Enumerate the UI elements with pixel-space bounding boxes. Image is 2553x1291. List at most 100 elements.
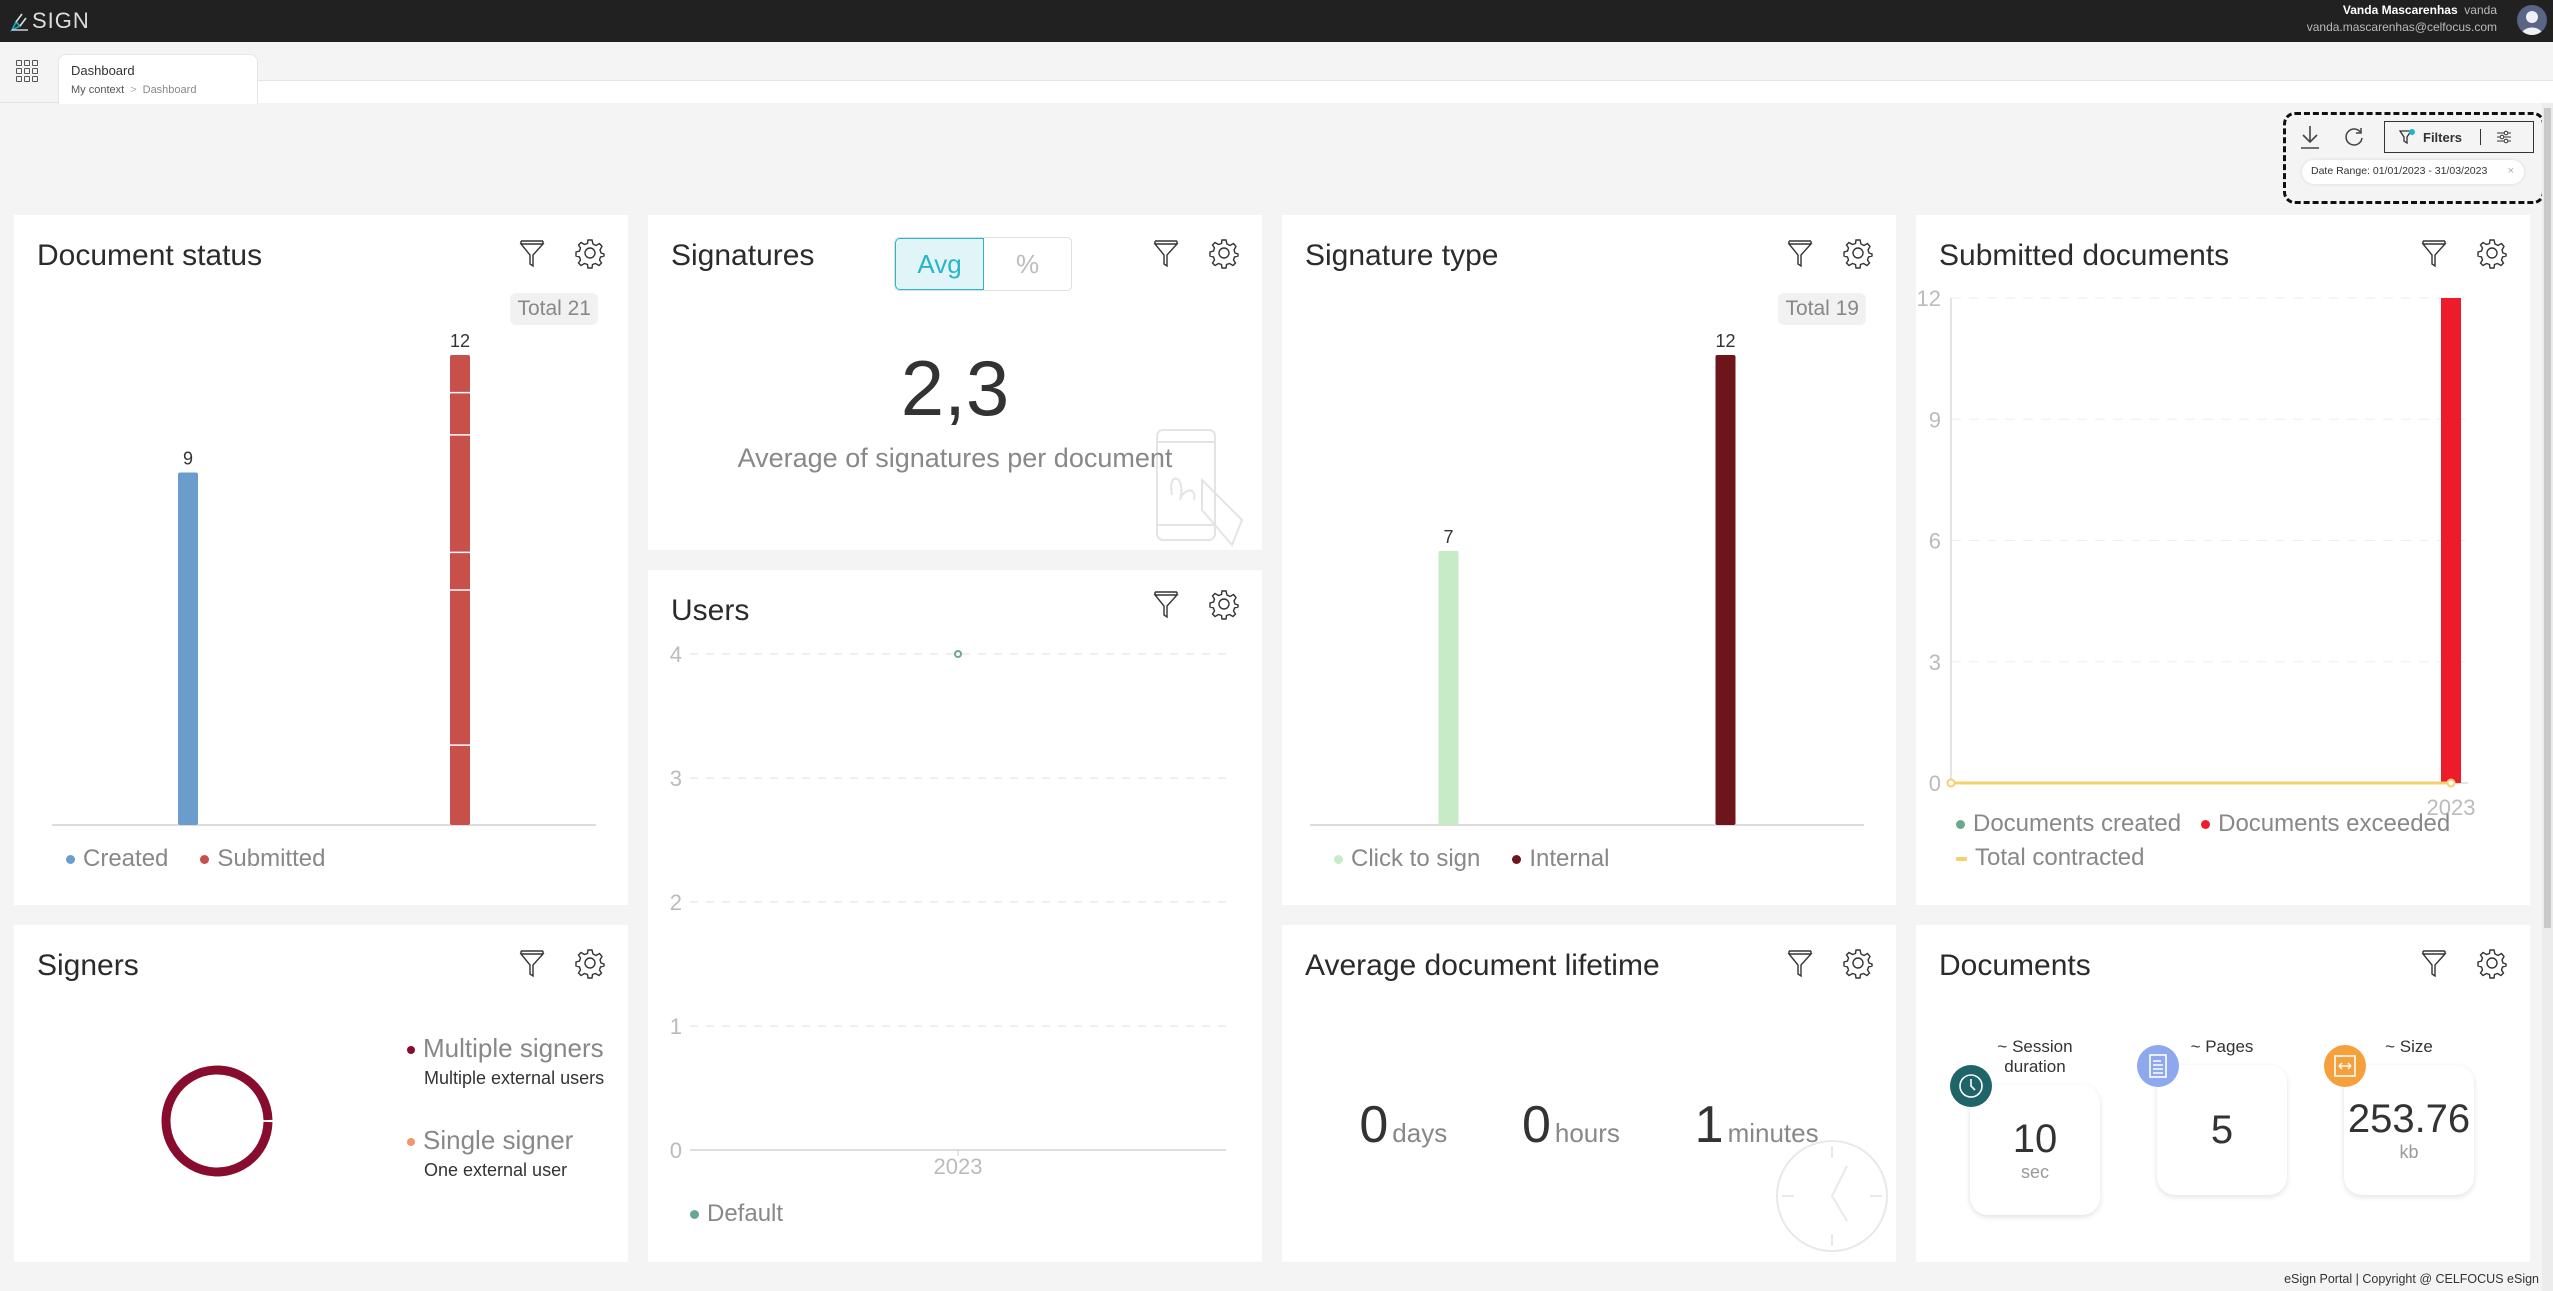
date-range-chip[interactable]: Date Range: 01/01/2023 - 31/03/2023 × [2302, 160, 2524, 184]
tab-dashboard[interactable]: Dashboard My context > Dashboard [58, 54, 258, 104]
refresh-icon[interactable] [2342, 125, 2366, 149]
stat-unit: sec [2020, 1162, 2049, 1182]
toggle-avg[interactable]: Avg [895, 238, 984, 290]
legend-item[interactable]: Documents created [1956, 810, 2181, 838]
footer: eSign Portal | Copyright @ CELFOCUS eSig… [2284, 1272, 2539, 1286]
average-lifetime-card: Average document lifetime 0 days 0 hours 1… [1282, 925, 1896, 1262]
legend-item-multiple-signers[interactable]: Multiple signers Multiple external users [407, 1033, 604, 1089]
divider [2480, 129, 2482, 145]
legend-label: Internal [1529, 845, 1610, 872]
filter-icon[interactable] [1150, 237, 1182, 269]
app-grid-icon[interactable] [16, 60, 38, 82]
download-icon[interactable] [2298, 123, 2322, 151]
data-label: 9 [183, 449, 193, 469]
y-tick-label: 6 [1929, 529, 1941, 554]
sliders-icon[interactable] [2495, 129, 2513, 145]
legend-item[interactable]: Click to sign [1334, 845, 1480, 873]
stat-value: 5 [2210, 1107, 2234, 1152]
line-point [1946, 778, 1956, 788]
legend-dot [407, 1046, 415, 1055]
users-chart: 0 1 2 3 4 2023 [670, 642, 1226, 1179]
stat-value: 10 [2012, 1117, 2058, 1161]
chart-legend: Default [690, 1200, 783, 1228]
y-tick-label: 3 [670, 766, 682, 791]
esign-logo[interactable]: SIGN [10, 6, 90, 36]
legend-marker [1334, 855, 1343, 865]
avatar[interactable] [2517, 5, 2547, 35]
close-icon[interactable]: × [2508, 165, 2514, 177]
filter-active-icon [2399, 129, 2415, 145]
stat-label: ~ Session duration [1997, 1037, 2073, 1076]
signers-donut-chart [161, 1065, 273, 1177]
legend-item[interactable]: Created [66, 845, 168, 873]
bar-created [178, 472, 198, 825]
submitted-documents-chart: 0369122023 [1917, 286, 2476, 820]
gear-icon[interactable] [574, 947, 606, 979]
legend-item[interactable]: Default [690, 1200, 783, 1228]
legend-item[interactable]: Documents exceeded [2201, 810, 2450, 838]
card-actions [516, 947, 606, 979]
stat-label: ~ Pages [2190, 1037, 2254, 1056]
top-bar: SIGN Vanda Mascarenhas vanda vanda.masca… [0, 0, 2553, 42]
filter-icon[interactable] [1784, 947, 1816, 979]
legend-item-single-signer[interactable]: Single signer One external user [407, 1125, 604, 1181]
signatures-card: Signatures Avg % 2,3 Average of signatur… [648, 215, 1262, 550]
days-value: 0 [1359, 1096, 1389, 1154]
documents-card: Documents ~ Session duration 10 sec ~ Pa… [1916, 925, 2530, 1262]
y-tick-label: 2 [670, 890, 682, 915]
filter-icon[interactable] [516, 947, 548, 979]
gear-icon[interactable] [2476, 947, 2508, 979]
legend-marker [690, 1210, 699, 1220]
lifetime-days: 0 days [1359, 1095, 1447, 1155]
gear-icon[interactable] [1208, 237, 1240, 269]
signers-card: Signers Multiple signers Multiple extern… [14, 925, 628, 1262]
date-range-label: Date Range: 01/01/2023 - 31/03/2023 [2311, 165, 2488, 177]
y-tick-label: 12 [1917, 286, 1941, 311]
legend-marker [1956, 820, 1965, 830]
data-label: 12 [450, 331, 470, 351]
gear-icon[interactable] [1842, 947, 1874, 979]
stat-box: 253.76 kb [2324, 1045, 2474, 1195]
toggle-percent[interactable]: % [984, 238, 1071, 290]
y-tick-label: 1 [670, 1014, 682, 1039]
user-info[interactable]: Vanda Mascarenhas vanda vanda.mascarenha… [2307, 2, 2497, 36]
filters-button[interactable]: Filters [2384, 121, 2534, 153]
document-icon [2137, 1045, 2179, 1087]
scrollbar-thumb[interactable] [2544, 108, 2551, 928]
tab-bar: Dashboard My context > Dashboard [0, 42, 2553, 104]
document-status-card: Document status Total 21 9 12 Created Subm… [14, 215, 628, 905]
legend-item[interactable]: Submitted [200, 845, 325, 873]
card-actions [1150, 237, 1240, 269]
card-title: Signatures [671, 239, 815, 272]
user-email: vanda.mascarenhas@celfocus.com [2306, 20, 2497, 34]
chart-legend: Click to sign Internal [1334, 845, 1609, 873]
data-label: 7 [1443, 527, 1453, 547]
stat-label: ~ Size [2385, 1037, 2433, 1056]
legend-label: Click to sign [1351, 845, 1481, 872]
stat-value: 253.76 [2347, 1097, 2471, 1141]
legend-marker [200, 855, 210, 865]
card-actions [1784, 947, 1874, 979]
y-tick-label: 3 [1929, 650, 1941, 675]
tab-strip [258, 80, 2553, 103]
breadcrumb-my-context[interactable]: My context [71, 84, 124, 96]
filter-icon[interactable] [2418, 947, 2450, 979]
resize-icon [2324, 1045, 2366, 1087]
session-duration-stat: ~ Session duration 10 sec [1950, 1037, 2100, 1215]
legend-label: Documents exceeded [2218, 810, 2451, 837]
legend-label: Single signer [423, 1125, 574, 1155]
submitted-documents-card: Submitted documents 0 3 6 9 12 2023 Documents… [1916, 215, 2530, 905]
users-card: Users 0 1 2 3 4 2023 Default [648, 570, 1262, 1262]
legend-item[interactable]: Internal [1512, 845, 1609, 873]
legend-item[interactable]: Total contracted [1956, 844, 2144, 872]
legend-label: Created [83, 845, 169, 872]
card-actions [2418, 947, 2508, 979]
y-tick-label: 0 [670, 1138, 682, 1163]
stat-box: 5 [2137, 1045, 2287, 1195]
chart-legend: Created Submitted [66, 845, 325, 873]
lifetime-hours: 0 hours [1522, 1095, 1620, 1155]
days-unit: days [1392, 1118, 1448, 1148]
logo-text: SIGN [32, 8, 90, 33]
document-status-chart: 9 12 [52, 331, 596, 826]
hours-value: 0 [1521, 1096, 1551, 1154]
